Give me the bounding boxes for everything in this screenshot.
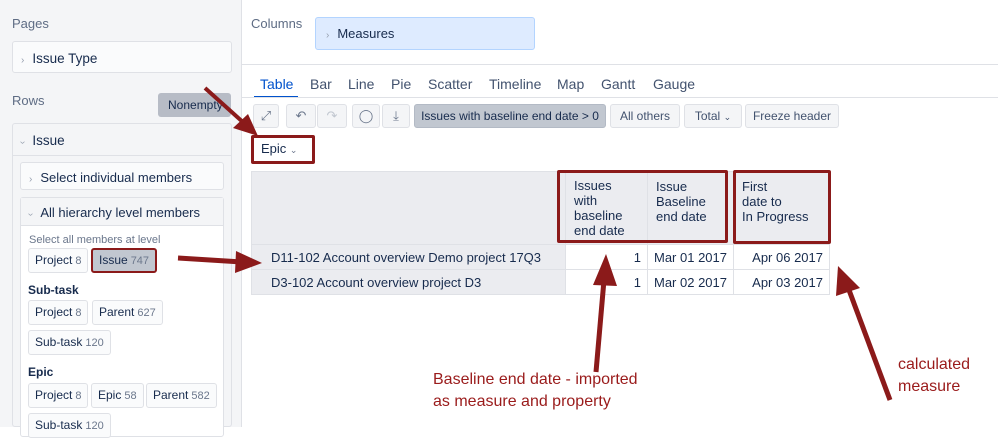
arrow-to-row-line	[177, 255, 243, 265]
arrow-calculated-head	[836, 266, 860, 296]
annotation-calculated: calculated measure	[898, 356, 971, 395]
annotation-arrows	[177, 86, 893, 401]
arrow-to-epic-line	[203, 86, 247, 126]
arrow-baseline-line	[593, 279, 607, 373]
arrow-calculated-line	[846, 289, 893, 401]
annotation-baseline: Baseline end date - imported as measure a…	[433, 371, 638, 410]
arrow-to-row-head	[235, 251, 262, 273]
arrow-baseline-head	[593, 254, 617, 286]
